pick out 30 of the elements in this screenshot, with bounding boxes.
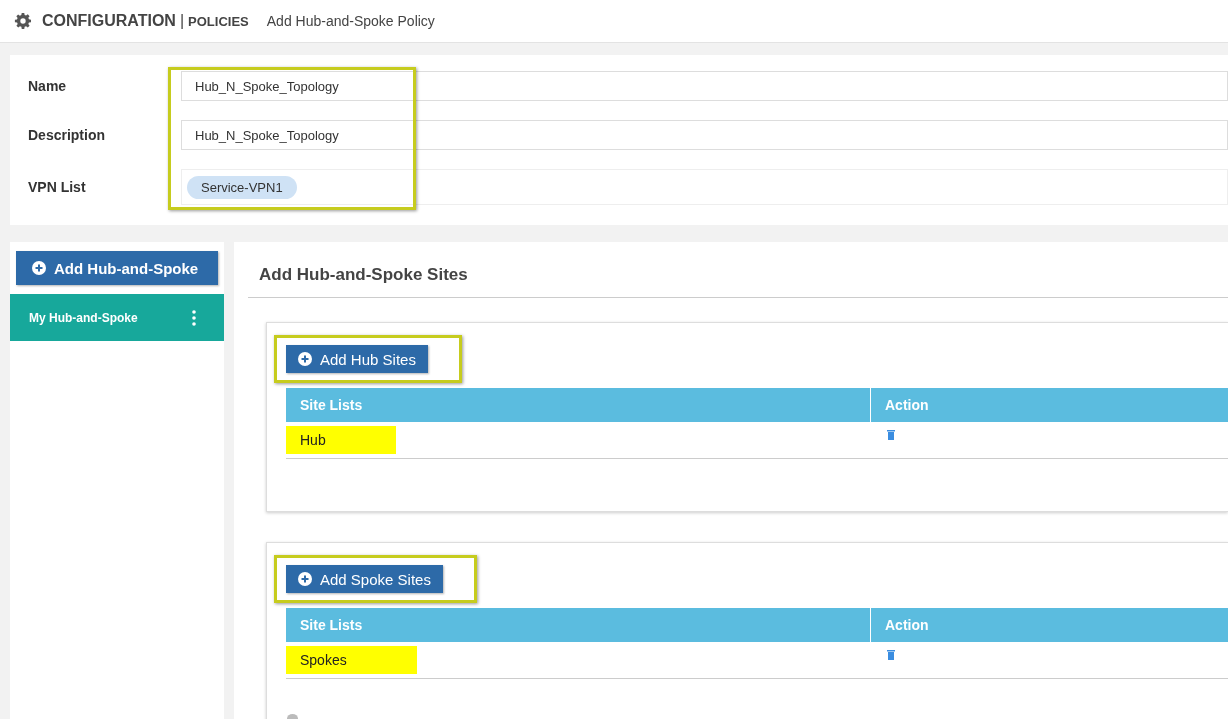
sidebar-item[interactable]: My Hub-and-Spoke (10, 294, 224, 341)
field-label: Description (27, 127, 106, 143)
more-options-icon[interactable] (192, 309, 196, 326)
panel-title: Add Hub-and-Spoke Sites (248, 242, 1228, 298)
column-header: Action (884, 617, 930, 633)
item-label: My Hub-and-Spoke (29, 310, 138, 325)
separator: | (179, 12, 185, 30)
delete-icon[interactable] (887, 650, 895, 660)
add-sites-button[interactable]: Add Spoke Sites (286, 565, 443, 593)
delete-icon[interactable] (887, 430, 895, 440)
tag-input-field[interactable]: Service-VPN1 (181, 169, 1228, 205)
column-header: Site Lists (286, 388, 871, 422)
plus-circle-icon (32, 261, 46, 275)
field-label: VPN List (27, 179, 87, 195)
table-cell: Spokes (286, 646, 417, 674)
page-title: Add Hub-and-Spoke Policy (266, 13, 435, 29)
plus-circle-icon (298, 572, 312, 586)
input-field[interactable]: Hub_N_Spoke_Topology (181, 120, 1228, 150)
settings-icon (14, 12, 32, 30)
section-subtitle: POLICIES (188, 13, 249, 29)
section-title: CONFIGURATION (42, 12, 176, 30)
add-hub-and-spoke-button[interactable]: Add Hub-and-Spoke (16, 251, 218, 285)
table-cell: Hub (286, 426, 396, 454)
column-header: Site Lists (286, 608, 871, 642)
column-header: Action (884, 397, 930, 413)
field-label: Name (27, 78, 68, 94)
plus-circle-icon (298, 352, 312, 366)
input-field[interactable]: Hub_N_Spoke_Topology (181, 71, 1228, 101)
vpn-tag: Service-VPN1 (187, 175, 297, 199)
add-sites-button[interactable]: Add Hub Sites (286, 345, 428, 373)
